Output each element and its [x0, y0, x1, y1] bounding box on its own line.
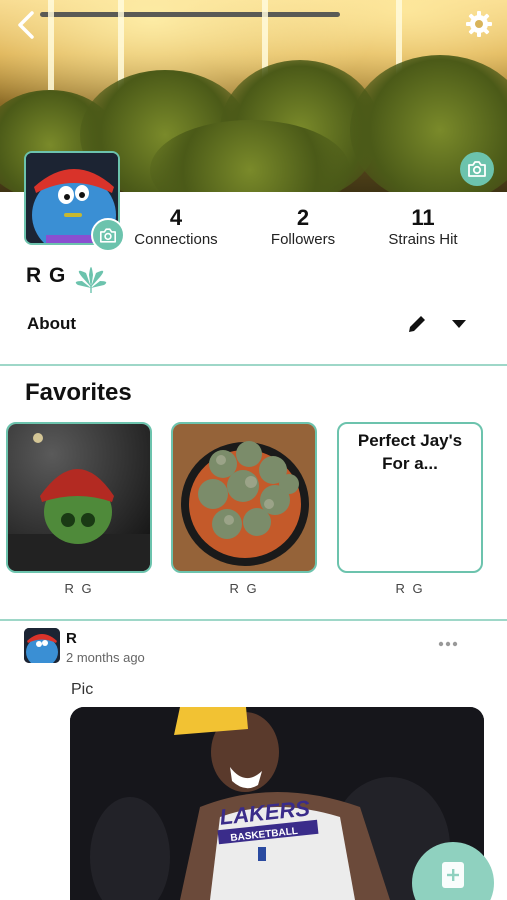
- profile-name-row: R G: [26, 259, 110, 293]
- stat-connections[interactable]: 4 Connections: [126, 206, 226, 250]
- stat-followers[interactable]: 2 Followers: [258, 206, 348, 250]
- favorite-username: R G: [64, 581, 94, 596]
- favorite-card[interactable]: [6, 422, 152, 573]
- chevron-down-icon[interactable]: [450, 318, 468, 330]
- stat-value: 2: [296, 205, 310, 230]
- stat-strains-hit[interactable]: 11 Strains Hit: [378, 206, 468, 250]
- post-text: Pic: [71, 681, 94, 698]
- stat-value: 11: [411, 205, 435, 230]
- favorite-card[interactable]: Perfect Jay's For a...: [337, 422, 483, 573]
- stat-label: Connections: [134, 231, 218, 248]
- post-author-avatar[interactable]: [24, 628, 60, 663]
- leaf-icon: [76, 267, 107, 293]
- grow-light: [118, 0, 124, 90]
- favorite-username: R G: [229, 581, 259, 596]
- favorite-image: [173, 424, 315, 571]
- avatar-character: [24, 628, 60, 663]
- camera-icon: [99, 227, 117, 243]
- post-author-name[interactable]: R: [66, 630, 77, 647]
- post-timestamp: 2 months ago: [66, 650, 145, 665]
- camera-icon: [468, 161, 486, 177]
- stat-label: Strains Hit: [388, 231, 458, 248]
- section-divider: [0, 364, 507, 366]
- favorites-title: Favorites: [25, 379, 132, 406]
- gear-icon[interactable]: [465, 10, 493, 38]
- stat-value: 4: [169, 205, 183, 230]
- cover-camera-button[interactable]: [460, 152, 494, 186]
- pencil-icon[interactable]: [406, 313, 428, 335]
- avatar-camera-button[interactable]: [91, 218, 125, 252]
- favorite-card[interactable]: [171, 422, 317, 573]
- grow-light: [48, 0, 54, 90]
- stat-label: Followers: [270, 231, 336, 248]
- section-divider: [0, 619, 507, 621]
- back-icon[interactable]: [10, 8, 44, 42]
- cover-pipe: [40, 12, 340, 17]
- add-post-icon: [442, 862, 464, 888]
- about-toggle-label[interactable]: About: [27, 314, 76, 334]
- favorite-image: [8, 424, 150, 571]
- profile-name: R G: [26, 264, 67, 287]
- favorite-text: Perfect Jay's For a...: [357, 431, 463, 473]
- more-icon[interactable]: [438, 640, 458, 648]
- favorite-username: R G: [395, 581, 425, 596]
